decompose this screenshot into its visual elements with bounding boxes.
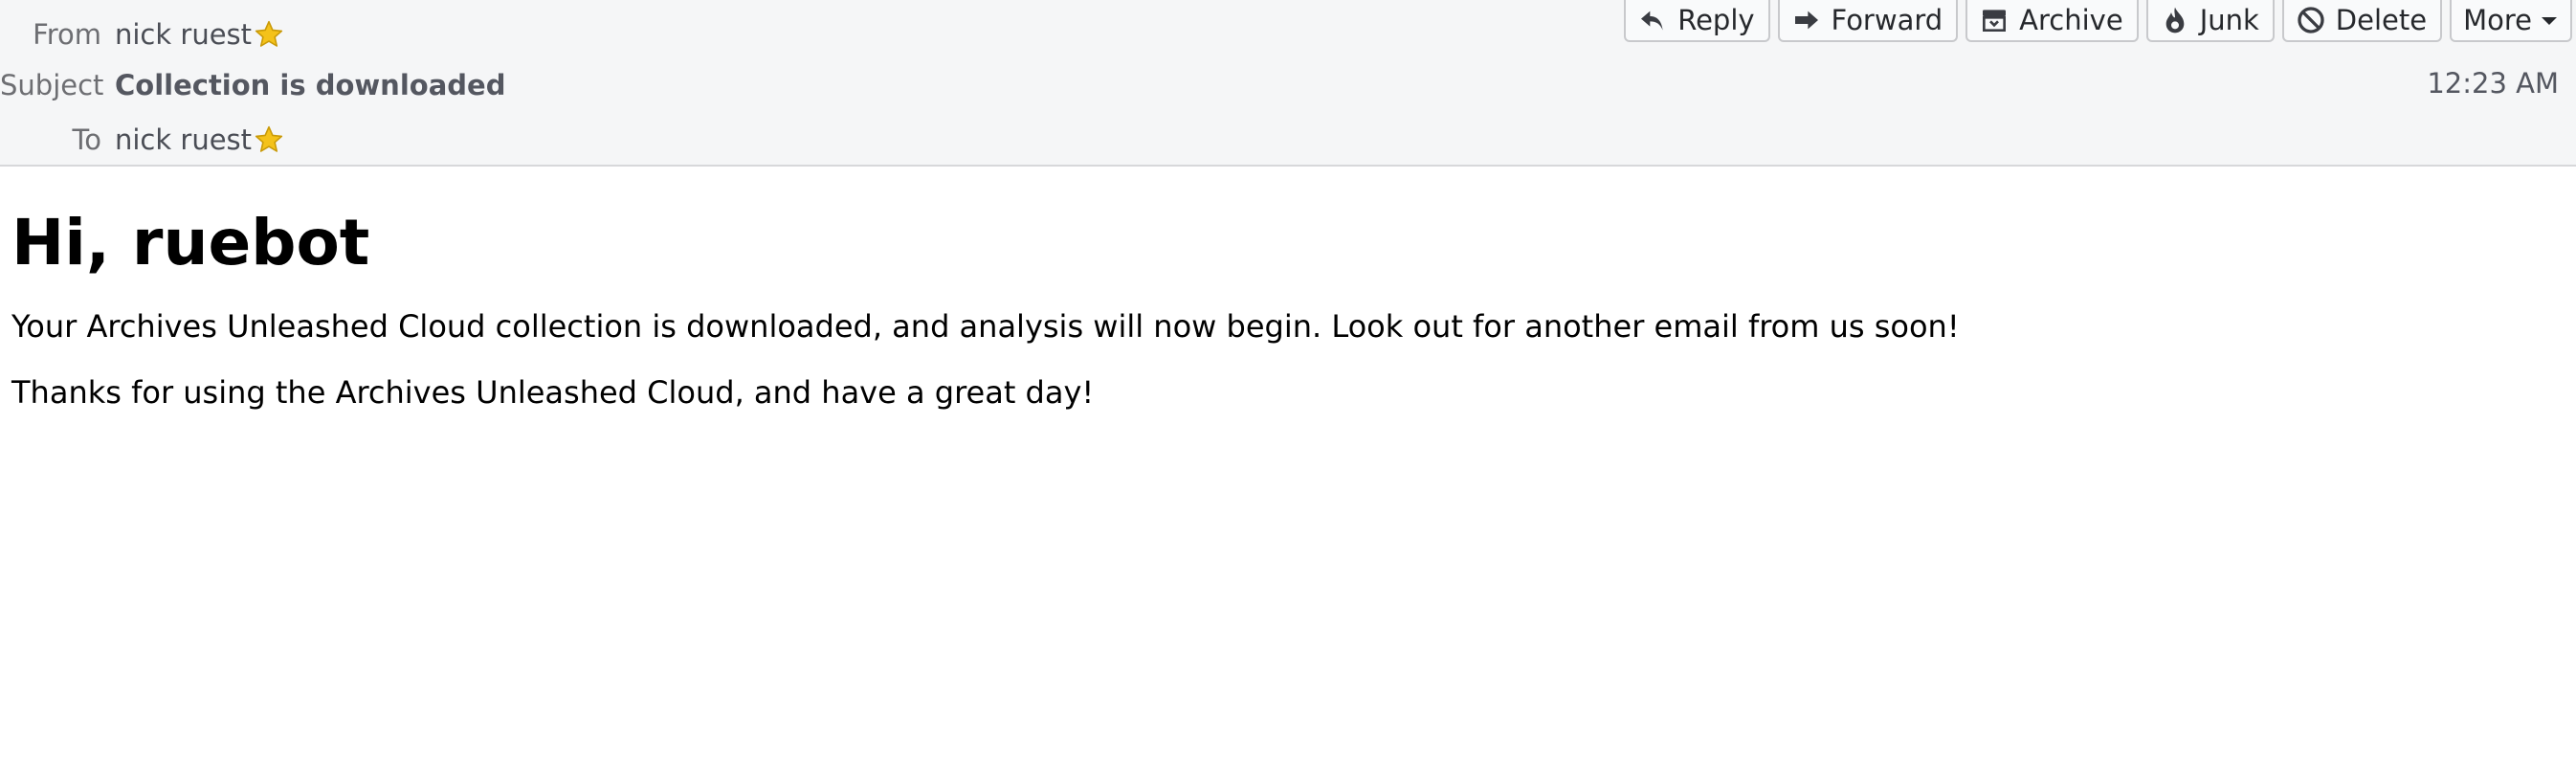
to-value[interactable]: nick ruest xyxy=(115,123,284,156)
reply-label: Reply xyxy=(1677,4,1755,36)
junk-label: Junk xyxy=(2199,4,2259,36)
to-row: To nick ruest xyxy=(0,121,284,159)
archive-icon xyxy=(1983,10,2007,32)
star-icon[interactable] xyxy=(254,124,284,155)
message-toolbar: Reply Forward Archive Junk Delete More xyxy=(1624,0,2572,42)
subject-value: Collection is downloaded xyxy=(115,69,506,101)
message-header: From nick ruest Subject Collection is do… xyxy=(0,0,2576,167)
to-name[interactable]: nick ruest xyxy=(115,123,252,156)
forward-label: Forward xyxy=(1831,4,1943,36)
reply-icon xyxy=(1641,11,1663,31)
from-label: From xyxy=(33,18,101,51)
more-label: More xyxy=(2463,4,2532,36)
message-paragraph-2: Thanks for using the Archives Unleashed … xyxy=(11,374,1095,412)
subject-row: Subject Collection is downloaded xyxy=(0,66,505,104)
archive-label: Archive xyxy=(2019,4,2123,36)
chevron-down-icon xyxy=(2542,17,2557,25)
more-button[interactable]: More xyxy=(2450,0,2572,42)
forward-button[interactable]: Forward xyxy=(1777,0,1959,42)
subject-label: Subject xyxy=(0,69,104,101)
delete-label: Delete xyxy=(2335,4,2428,36)
message-paragraph-1: Your Archives Unleashed Cloud collection… xyxy=(11,307,1960,345)
star-icon[interactable] xyxy=(254,19,284,50)
from-value[interactable]: nick ruest xyxy=(115,18,284,51)
message-time: 12:23 AM xyxy=(2427,67,2559,100)
message-greeting: Hi, ruebot xyxy=(11,206,370,279)
from-row: From nick ruest xyxy=(0,15,284,54)
to-label: To xyxy=(72,123,101,156)
from-name[interactable]: nick ruest xyxy=(115,18,252,51)
delete-icon xyxy=(2298,7,2324,34)
junk-icon xyxy=(2165,7,2185,34)
message-body: Hi, ruebot Your Archives Unleashed Cloud… xyxy=(11,167,2565,440)
archive-button[interactable]: Archive xyxy=(1965,0,2139,42)
reply-button[interactable]: Reply xyxy=(1624,0,1770,42)
forward-icon xyxy=(1794,11,1818,30)
junk-button[interactable]: Junk xyxy=(2145,0,2275,42)
delete-button[interactable]: Delete xyxy=(2281,0,2443,42)
